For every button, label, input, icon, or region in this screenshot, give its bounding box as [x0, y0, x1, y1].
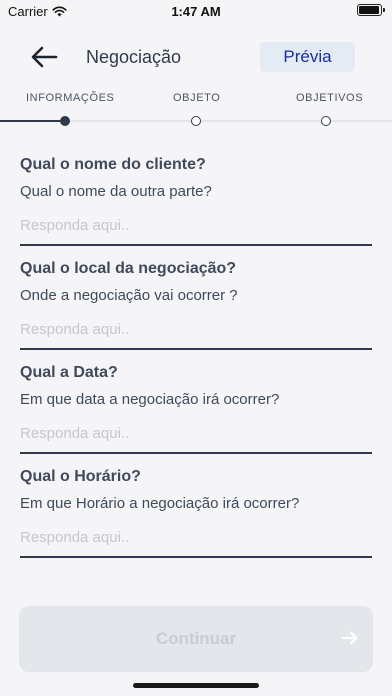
- question-title: Qual o nome do cliente?: [20, 156, 206, 173]
- step-objetivos[interactable]: OBJETIVOS: [296, 92, 363, 104]
- question-title: Qual o Horário?: [20, 468, 141, 485]
- question-subtitle: Qual o nome da outra parte?: [20, 183, 212, 200]
- stepper-track: [65, 120, 392, 122]
- screen: Carrier 1:47 AM Negociação Prévia INFORM…: [0, 0, 392, 696]
- question-date: Qual a Data? Em que data a negociação ir…: [20, 364, 372, 454]
- status-time: 1:47 AM: [171, 4, 221, 19]
- question-client-name: Qual o nome do cliente? Qual o nome da o…: [20, 156, 372, 246]
- stepper-track-progress: [0, 120, 65, 122]
- stepper: INFORMAÇÕES OBJETO OBJETIVOS: [0, 90, 392, 130]
- question-location: Qual o local da negociação? Onde a negoc…: [20, 260, 372, 350]
- arrow-right-icon: [341, 631, 358, 645]
- battery-icon: [357, 4, 385, 16]
- question-subtitle: Em que Horário a negociação irá ocorrer?: [20, 495, 300, 512]
- step-informacoes[interactable]: INFORMAÇÕES: [26, 92, 115, 104]
- step-dot-objetivos: [321, 116, 331, 126]
- location-input[interactable]: [20, 316, 372, 350]
- preview-button[interactable]: Prévia: [260, 42, 355, 72]
- question-subtitle: Onde a negociação vai ocorrer ?: [20, 287, 238, 304]
- client-name-input[interactable]: [20, 212, 372, 246]
- page-title: Negociação: [86, 47, 182, 67]
- header: Negociação Prévia: [0, 38, 392, 78]
- question-time: Qual o Horário? Em que Horário a negocia…: [20, 468, 372, 558]
- home-indicator: [133, 683, 259, 688]
- continue-button[interactable]: Continuar: [19, 606, 373, 672]
- step-dot-informacoes: [60, 116, 70, 126]
- status-bar: Carrier 1:47 AM: [0, 0, 392, 22]
- question-title: Qual o local da negociação?: [20, 260, 237, 277]
- continue-label: Continuar: [155, 629, 237, 648]
- back-button[interactable]: [28, 44, 60, 70]
- step-objeto[interactable]: OBJETO: [173, 92, 220, 104]
- step-dot-objeto: [191, 116, 201, 126]
- question-title: Qual a Data?: [20, 364, 118, 381]
- question-subtitle: Em que data a negociação irá ocorrer?: [20, 391, 280, 408]
- date-input[interactable]: [20, 420, 372, 454]
- arrow-left-icon: [31, 46, 58, 68]
- time-input[interactable]: [20, 524, 372, 558]
